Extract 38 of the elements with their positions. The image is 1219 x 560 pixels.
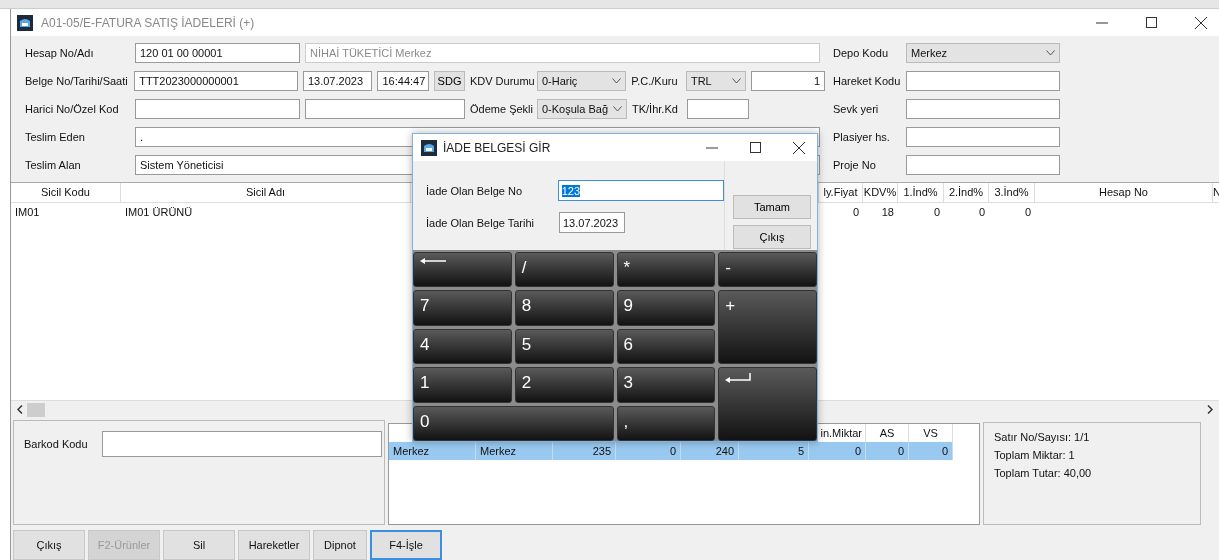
table-cell-text: 18 (880, 205, 895, 220)
field-label: Ödeme Şekli (470, 102, 532, 115)
field-label: P.C./Kuru (631, 74, 679, 87)
summary-text: Satır No/Sayısı: 1/1 (994, 431, 1091, 443)
field-label: Sevk yeri (833, 102, 880, 115)
table-cell-text: IM01 ÜRÜNÜ (124, 205, 194, 220)
table-cell: 240 (681, 442, 739, 460)
table-cell: 0 (909, 442, 953, 460)
field-label: Teslim Alan (25, 158, 82, 171)
table-cell: Merkez (389, 442, 476, 460)
field-label: KDV Durumu (469, 74, 532, 87)
table-cell-text: 0 (977, 205, 986, 220)
table-cell: Merkez (476, 442, 553, 460)
field-label: Hareket Kodu (833, 74, 902, 87)
table-cell: 5 (739, 442, 809, 460)
table-cell: 0 (809, 442, 866, 460)
field-label: Harici No/Özel Kod (25, 102, 120, 115)
table-cell: 235 (553, 442, 616, 460)
field-label: Hesap No/Adı (25, 46, 95, 59)
table-cell: 0 (616, 442, 681, 460)
table-cell-text: IM01 (14, 205, 41, 220)
field-label: TK/İhr.Kd (632, 102, 679, 115)
field-label: Depo Kodu (833, 46, 890, 59)
field-label: İade Olan Belge Tarihi (426, 216, 536, 229)
table-cell-text: 0 (932, 205, 941, 220)
table-cell-text: 0 (851, 205, 860, 220)
field-label: Teslim Eden (25, 130, 86, 143)
table-cell-text: 0 (1023, 205, 1032, 220)
field-label: Belge No/Tarihi/Saati (25, 74, 129, 87)
field-label: Proje No (833, 158, 877, 171)
summary-text: Toplam Tutar: 40,00 (994, 467, 1093, 479)
summary-text: Toplam Miktar: 1 (994, 449, 1076, 461)
field-label: İade Olan Belge No (426, 184, 523, 197)
field-label: Barkod Kodu (24, 437, 88, 452)
dialog-title: İADE BELGESİ GİR (443, 140, 552, 155)
field-label: Plasiyer hs. (833, 130, 891, 143)
table-cell: 0 (866, 442, 909, 460)
window-title: A01-05/E-FATURA SATIŞ İADELERİ (+) (41, 15, 256, 30)
